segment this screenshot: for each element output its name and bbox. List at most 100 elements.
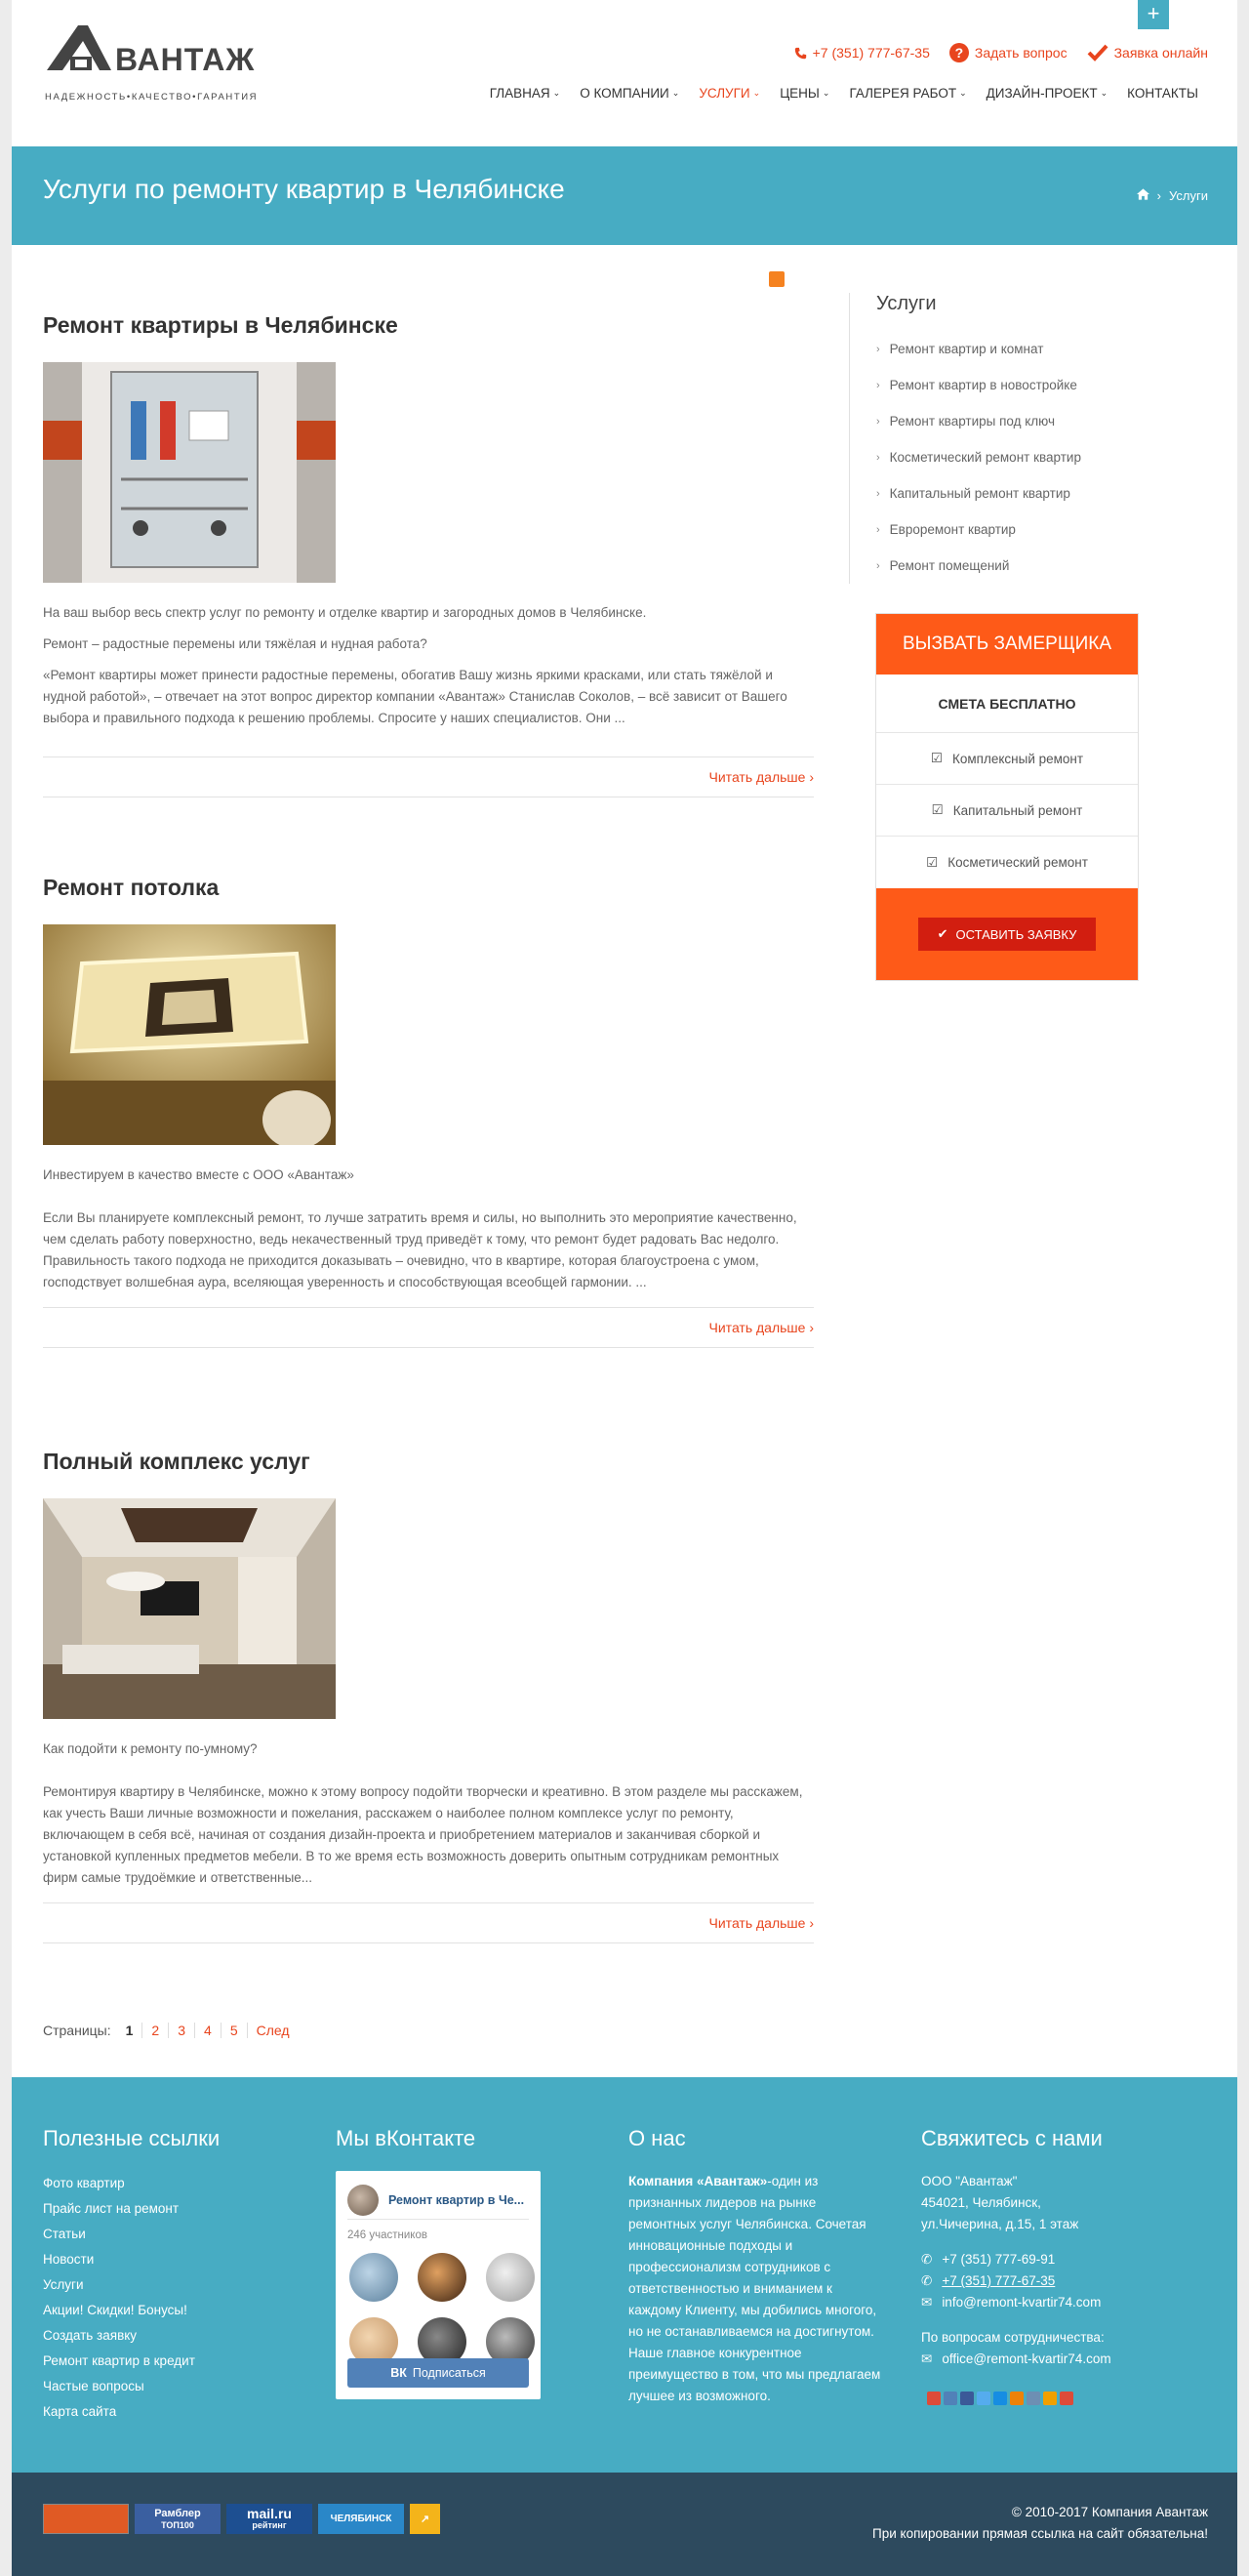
page: ВАНТАЖ НАДЕЖНОСТЬ•КАЧЕСТВО•ГАРАНТИЯ + +7…: [12, 0, 1237, 2576]
checkbox-checked-icon: ☑: [931, 802, 944, 817]
page-link[interactable]: 4: [194, 2023, 221, 2038]
twitter-icon[interactable]: [977, 2392, 990, 2405]
footer-contacts: Свяжитесь с нами ООО "Авантаж" 454021, Ч…: [921, 2126, 1111, 2405]
logo[interactable]: ВАНТАЖ НАДЕЖНОСТЬ•КАЧЕСТВО•ГАРАНТИЯ: [43, 14, 306, 103]
sidebar-item[interactable]: › Ремонт квартиры под ключ: [876, 403, 1142, 439]
phone-icon: ✆: [921, 2252, 933, 2267]
readmore-link[interactable]: Читать дальше ›: [709, 769, 814, 785]
post-text: «Ремонт квартиры может принести радостны…: [43, 668, 787, 725]
footer-link[interactable]: Новости: [43, 2247, 220, 2272]
liveinternet-counter[interactable]: [43, 2504, 129, 2534]
readmore-row: Читать дальше ›: [43, 1307, 814, 1348]
online-request-link[interactable]: Заявка онлайн: [1087, 44, 1208, 61]
page-link-current[interactable]: 1: [117, 2023, 142, 2038]
main-nav: ГЛАВНАЯ ⌄ О КОМПАНИИ ⌄ УСЛУГИ ⌄ ЦЕНЫ ⌄ ГАЛЕР…: [480, 86, 1208, 101]
sidebar-item[interactable]: › Евроремонт квартир: [876, 511, 1142, 548]
chevron-down-icon: ⌄: [1100, 88, 1108, 98]
nav-item-design[interactable]: ДИЗАЙН-ПРОЕКТ ⌄: [977, 86, 1118, 101]
chevron-right-icon: ›: [876, 343, 880, 355]
nav-item-prices[interactable]: ЦЕНЫ ⌄: [770, 86, 839, 101]
moimir-icon[interactable]: [1043, 2392, 1057, 2405]
facebook-icon[interactable]: [960, 2392, 974, 2405]
footer-link[interactable]: Создать заявку: [43, 2323, 220, 2349]
footer-link[interactable]: Ремонт квартир в кредит: [43, 2349, 220, 2374]
avatar[interactable]: [349, 2253, 398, 2302]
chelyabinsk-counter[interactable]: ЧЕЛЯБИНСК: [318, 2504, 404, 2534]
mailru-counter[interactable]: mail.ru рейтинг: [226, 2504, 312, 2534]
sidebar-item[interactable]: › Ремонт квартир в новостройке: [876, 367, 1142, 403]
cooperation-label: По вопросам сотрудничества:: [921, 2330, 1105, 2345]
nav-item-gallery[interactable]: ГАЛЕРЕЯ РАБОТ ⌄: [839, 86, 976, 101]
chevron-right-icon: ›: [876, 379, 880, 391]
post-text: Ремонтируя квартиру в Челябинске, можно …: [43, 1784, 803, 1885]
breadcrumb: › Услуги: [1136, 188, 1208, 203]
ask-question-link[interactable]: ? Задать вопрос: [948, 43, 1068, 62]
breadcrumb-separator: ›: [1156, 188, 1162, 203]
leave-request-button[interactable]: ✔ ОСТАВИТЬ ЗАЯВКУ: [917, 918, 1097, 951]
yandex-counter[interactable]: ↗: [410, 2504, 440, 2534]
page-link[interactable]: 5: [220, 2023, 247, 2038]
livejournal-icon[interactable]: [1027, 2392, 1040, 2405]
gplus-icon[interactable]: [1060, 2392, 1073, 2405]
phone-icon: [794, 47, 807, 60]
post-image-bathroom[interactable]: [43, 362, 336, 583]
footer-link[interactable]: Карта сайта: [43, 2399, 220, 2425]
toggle-plus-button[interactable]: +: [1138, 0, 1169, 29]
rambler-counter[interactable]: Рамблер ТОП100: [135, 2504, 221, 2534]
footer-link[interactable]: Фото квартир: [43, 2171, 220, 2196]
vk-social-icon[interactable]: [944, 2392, 957, 2405]
post: Полный комплекс услуг Как подойти к ремо…: [43, 1449, 814, 1943]
bottom-bar: Рамблер ТОП100 mail.ru рейтинг ЧЕЛЯБИНСК…: [12, 2473, 1237, 2576]
sidebar-item[interactable]: › Капитальный ремонт квартир: [876, 475, 1142, 511]
readmore-link[interactable]: Читать дальше ›: [709, 1915, 814, 1931]
post-title[interactable]: Полный комплекс услуг: [43, 1449, 814, 1475]
checkmark-icon: [1087, 44, 1108, 61]
sidebar-item[interactable]: › Ремонт помещений: [876, 548, 1142, 584]
checkbox-checked-icon: ☑: [930, 751, 944, 765]
nav-item-about[interactable]: О КОМПАНИИ ⌄: [570, 86, 689, 101]
avatar[interactable]: [486, 2253, 535, 2302]
promo-option: ☑ Косметический ремонт: [876, 837, 1138, 888]
footer-link[interactable]: Прайс лист на ремонт: [43, 2196, 220, 2222]
sidebar-title: Услуги: [876, 293, 937, 314]
page-link-next[interactable]: След: [246, 2023, 299, 2038]
mail-icon[interactable]: [993, 2392, 1007, 2405]
post-image-ceiling[interactable]: [43, 924, 336, 1145]
header-phone[interactable]: +7 (351) 777-67-35: [794, 45, 930, 61]
sidebar-item-label: Капитальный ремонт квартир: [889, 486, 1070, 501]
sidebar-item[interactable]: › Косметический ремонт квартир: [876, 439, 1142, 475]
footer-link[interactable]: Частые вопросы: [43, 2374, 220, 2399]
footer-link[interactable]: Статьи: [43, 2222, 220, 2247]
post-image-living-room[interactable]: [43, 1498, 336, 1719]
rss-icon[interactable]: [769, 271, 785, 287]
google-plus-icon[interactable]: [927, 2392, 941, 2405]
vk-icon: ВК: [390, 2366, 407, 2380]
footer-email[interactable]: ✉ office@remont-kvartir74.com: [921, 2349, 1111, 2370]
footer-email[interactable]: ✉ info@remont-kvartir74.com: [921, 2292, 1111, 2313]
vk-subscribe-button[interactable]: ВК Подписаться: [347, 2358, 529, 2388]
avatar[interactable]: [418, 2253, 466, 2302]
home-icon[interactable]: [1136, 188, 1149, 203]
footer-phone[interactable]: ✆ +7 (351) 777-69-91: [921, 2249, 1111, 2270]
promo-title[interactable]: ВЫЗВАТЬ ЗАМЕРЩИКА: [876, 614, 1138, 675]
nav-label: КОНТАКТЫ: [1127, 86, 1198, 101]
post: Ремонт потолка Инвестируем в качество вм…: [43, 875, 814, 1348]
page-link[interactable]: 2: [141, 2023, 168, 2038]
nav-item-services[interactable]: УСЛУГИ ⌄: [689, 86, 770, 101]
post-title[interactable]: Ремонт квартиры в Челябинске: [43, 312, 814, 339]
nav-label: О КОМПАНИИ: [580, 86, 669, 101]
vk-group-header[interactable]: Ремонт квартир в Че...: [347, 2181, 529, 2220]
sidebar-item-label: Евроремонт квартир: [889, 522, 1016, 537]
odnoklassniki-icon[interactable]: [1010, 2392, 1024, 2405]
page-link[interactable]: 3: [168, 2023, 194, 2038]
counters: Рамблер ТОП100 mail.ru рейтинг ЧЕЛЯБИНСК…: [43, 2504, 440, 2534]
nav-item-contacts[interactable]: КОНТАКТЫ: [1117, 86, 1208, 101]
readmore-row: Читать дальше ›: [43, 756, 814, 797]
sidebar-item[interactable]: › Ремонт квартир и комнат: [876, 331, 1142, 367]
nav-item-home[interactable]: ГЛАВНАЯ ⌄: [480, 86, 570, 101]
post-title[interactable]: Ремонт потолка: [43, 875, 814, 901]
readmore-link[interactable]: Читать дальше ›: [709, 1320, 814, 1335]
footer-link[interactable]: Акции! Скидки! Бонусы!: [43, 2298, 220, 2323]
footer-link[interactable]: Услуги: [43, 2272, 220, 2298]
footer-phone[interactable]: ✆ +7 (351) 777-67-35: [921, 2270, 1111, 2292]
